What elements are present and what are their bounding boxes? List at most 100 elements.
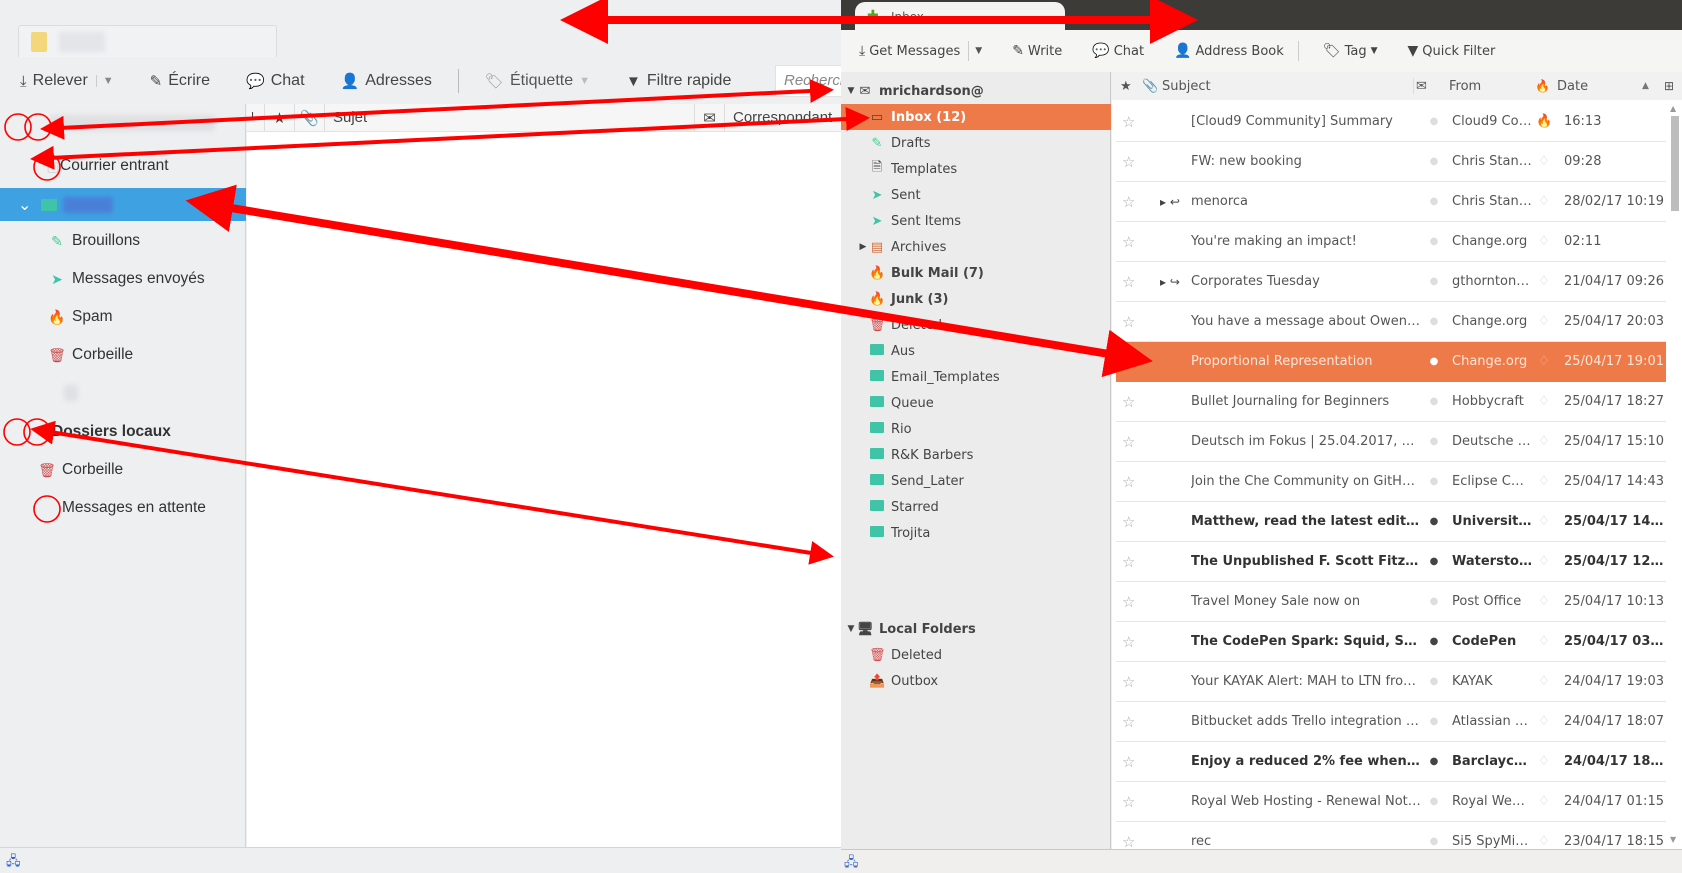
junk-flame-icon[interactable]: ♢ (1536, 662, 1552, 702)
folder-templates[interactable]: 🗎 Templates (841, 156, 1111, 182)
column-picker-icon[interactable]: ⊞ (1664, 79, 1674, 93)
message-row[interactable]: ☆ Proportional Representation ● Change.org ♢… (1116, 342, 1666, 382)
account-row[interactable]: ▼ ✉ mrichardson@ (841, 78, 1111, 104)
star-icon[interactable]: ☆ (1122, 622, 1142, 662)
thread-indicator[interactable] (1160, 462, 1190, 502)
message-row[interactable]: ☆ Your KAYAK Alert: MAH to LTN from ... ● K… (1116, 662, 1666, 702)
junk-flame-icon[interactable]: ♢ (1536, 782, 1552, 822)
thread-indicator[interactable] (1160, 382, 1190, 422)
folder-sent[interactable]: ➤ Sent (841, 182, 1111, 208)
folder-sent-items[interactable]: ➤ Sent Items (841, 208, 1111, 234)
message-row[interactable]: ☆ You're making an impact! ● Change.org ♢ 02:… (1116, 222, 1666, 262)
message-row[interactable]: ☆ Matthew, read the latest editio... ● Univ… (1116, 502, 1666, 542)
junk-flame-icon[interactable]: ♢ (1536, 742, 1552, 782)
thread-indicator[interactable] (1160, 702, 1190, 742)
correspondent-column-header[interactable]: Correspondant (725, 104, 840, 131)
star-icon[interactable]: ☆ (1122, 662, 1142, 702)
junk-flame-icon[interactable]: ♢ (1536, 502, 1552, 542)
thread-indicator[interactable] (1160, 742, 1190, 782)
read-status-dot[interactable]: ● (1428, 222, 1440, 262)
message-row[interactable]: ☆ Deutsch im Fokus | 25.04.2017, 14:00 ..… (1116, 422, 1666, 462)
star-icon[interactable]: ☆ (1122, 542, 1142, 582)
star-icon[interactable]: ☆ (1122, 782, 1142, 822)
junk-flame-icon[interactable]: ♢ (1536, 262, 1552, 302)
local-folders-account[interactable]: Dossiers locaux (0, 417, 246, 447)
star-column-header[interactable]: ★ (1120, 79, 1132, 94)
folder-r-k-barbers[interactable]: R&K Barbers (841, 442, 1111, 468)
get-mail-dropdown[interactable]: ▼ (95, 75, 114, 87)
quick-filter-button[interactable]: ▼ Filtre rapide (626, 72, 731, 90)
account-row-blurred[interactable] (0, 108, 246, 138)
folder-sent[interactable]: ➤ Messages envoyés (0, 264, 246, 294)
folder-send-later[interactable]: Send_Later (841, 468, 1111, 494)
star-icon[interactable]: ☆ (1122, 342, 1142, 382)
star-icon[interactable]: ☆ (1122, 462, 1142, 502)
folder-drafts[interactable]: ✎ Drafts (841, 130, 1111, 156)
expand-triangle-icon[interactable]: ▼ (845, 86, 857, 96)
message-row[interactable]: ☆ The Unpublished F. Scott Fitzge... ● Wate… (1116, 542, 1666, 582)
read-status-dot[interactable]: ● (1428, 502, 1440, 542)
inbox-tab[interactable]: ✚ Inbox (855, 2, 1065, 30)
thread-indicator[interactable] (1160, 502, 1190, 542)
star-icon[interactable]: ☆ (1122, 302, 1142, 342)
junk-flame-icon[interactable]: ♢ (1536, 182, 1552, 222)
read-status-dot[interactable]: ● (1428, 742, 1440, 782)
read-status-dot[interactable]: ● (1428, 582, 1440, 622)
junk-flame-icon[interactable]: ♢ (1536, 342, 1552, 382)
message-row[interactable]: ☆ Bitbucket adds Trello integration & ad.… (1116, 702, 1666, 742)
thread-indicator[interactable] (1160, 342, 1190, 382)
message-list-scrollbar[interactable]: ▲ ▼ (1668, 102, 1682, 849)
local-folder-outbox[interactable]: 📤 Outbox (841, 668, 1111, 694)
get-mail-button[interactable]: ⤓ Relever ▼ (20, 72, 114, 90)
chat-button[interactable]: 💬 Chat (246, 72, 304, 90)
folder-inbox-12[interactable]: ▭ Inbox (12) (841, 104, 1111, 130)
star-icon[interactable]: ☆ (1122, 142, 1142, 182)
message-row[interactable]: ☆ Royal Web Hosting - Renewal Notifica...… (1116, 782, 1666, 822)
folder-deleted[interactable]: 🗑 Deleted (841, 312, 1111, 338)
scroll-down-arrow[interactable]: ▼ (1670, 835, 1676, 844)
local-folders-account[interactable]: ▼ 🖥 Local Folders (841, 616, 1111, 642)
folder-email-templates[interactable]: Email_Templates (841, 364, 1111, 390)
sort-ascending-icon[interactable]: ▲ (1642, 81, 1649, 91)
junk-flame-icon[interactable]: ♢ (1536, 422, 1552, 462)
thread-indicator[interactable] (1160, 582, 1190, 622)
tag-button[interactable]: 🏷 Tag ▼ (1323, 43, 1378, 59)
address-book-button[interactable]: 👤 Address Book (1174, 43, 1284, 59)
junk-flame-icon[interactable]: ♢ (1536, 462, 1552, 502)
folder-archives[interactable]: ▶ ▤ Archives (841, 234, 1111, 260)
subject-column-header[interactable]: Subject (1162, 79, 1211, 94)
junk-flame-icon[interactable]: ♢ (1536, 302, 1552, 342)
thread-indicator[interactable] (1160, 142, 1190, 182)
thread-column-header[interactable]: ᒻ (247, 104, 265, 131)
read-status-dot[interactable]: ● (1428, 142, 1440, 182)
thread-indicator[interactable] (1160, 542, 1190, 582)
junk-flame-icon[interactable]: ♢ (1536, 582, 1552, 622)
message-row[interactable]: ☆ Join the Che Community on GitHub! ● Eclip… (1116, 462, 1666, 502)
star-icon[interactable]: ☆ (1122, 262, 1142, 302)
folder-drafts[interactable]: ✎ Brouillons (0, 226, 246, 256)
message-row[interactable]: ☆ The CodePen Spark: Squid, Skat... ● CodeP… (1116, 622, 1666, 662)
thread-indicator[interactable] (1160, 662, 1190, 702)
thread-indicator[interactable] (1160, 422, 1190, 462)
message-row[interactable]: ☆ [Cloud9 Community] Summary ● Cloud9 Com..… (1116, 102, 1666, 142)
star-icon[interactable]: ☆ (1122, 742, 1142, 782)
star-icon[interactable]: ☆ (1122, 102, 1142, 142)
folder-aus[interactable]: Aus (841, 338, 1111, 364)
write-button[interactable]: ✎ Écrire (150, 72, 210, 90)
get-messages-dropdown[interactable]: ▼ (968, 41, 982, 61)
star-icon[interactable]: ☆ (1122, 502, 1142, 542)
star-column-header[interactable]: ★ (265, 104, 295, 131)
read-column-header[interactable]: ✉ (695, 104, 725, 131)
read-status-dot[interactable]: ● (1428, 782, 1440, 822)
attachment-column-header[interactable]: 📎 (1142, 79, 1158, 94)
attachment-column-header[interactable]: 📎 (295, 104, 325, 131)
read-status-dot[interactable]: ● (1428, 462, 1440, 502)
junk-column-header[interactable]: 🔥 (1535, 79, 1550, 93)
quick-filter-button[interactable]: ▼ Quick Filter (1408, 43, 1496, 59)
read-status-dot[interactable]: ● (1428, 662, 1440, 702)
star-icon[interactable]: ☆ (1122, 222, 1142, 262)
read-status-dot[interactable]: ● (1428, 102, 1440, 142)
message-row[interactable]: ☆ ▸ ↩menorca ● Chris Stansfi... ♢ 28/02/17 10… (1116, 182, 1666, 222)
star-icon[interactable]: ☆ (1122, 422, 1142, 462)
message-row[interactable]: ☆ Travel Money Sale now on ● Post Office ♢ 25… (1116, 582, 1666, 622)
